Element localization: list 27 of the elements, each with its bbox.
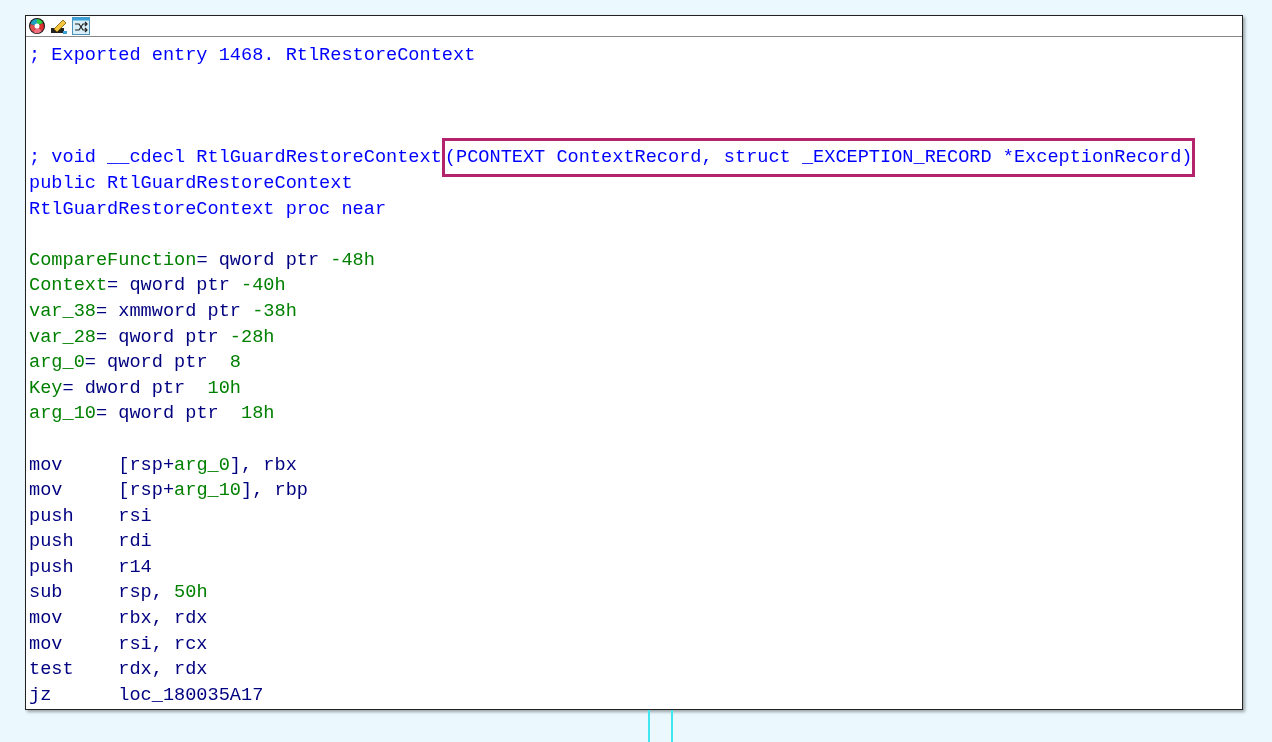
code-line: var_28= qword ptr -28h	[29, 325, 276, 350]
shuffle-window-icon[interactable]	[72, 17, 90, 35]
code-line: push r14	[29, 555, 153, 580]
code-line: RtlGuardRestoreContext proc near	[29, 197, 388, 222]
code-line: mov rbx, rdx	[29, 607, 209, 632]
highlighted-code: (PCONTEXT ContextRecord, struct _EXCEPTION_RECORD *ExceptionRecord)	[441, 138, 1196, 178]
code-line: push rdi	[29, 530, 153, 555]
code-line: arg_10= qword ptr 18h	[29, 402, 276, 427]
code-line: CompareFunction= qword ptr -48h	[29, 248, 376, 273]
code-line: test rdx, rdx	[29, 658, 209, 683]
code-line: push rsi	[29, 504, 153, 529]
code-line: mov [rsp+arg_10], rbp	[29, 479, 309, 504]
edge-line	[648, 710, 650, 742]
code-line: mov rsi, rcx	[29, 632, 209, 657]
code-line: Context= qword ptr -40h	[29, 274, 287, 299]
pencil-icon[interactable]	[50, 17, 68, 35]
code-line: mov [rsp+arg_0], rbx	[29, 453, 298, 478]
code-line: var_38= xmmword ptr -38h	[29, 299, 298, 324]
color-wheel-icon[interactable]	[28, 17, 46, 35]
code-text: ; void __cdecl RtlGuardRestoreContext	[29, 147, 442, 169]
code-line: ; Exported entry 1468. RtlRestoreContext	[29, 44, 477, 68]
code-line: jz loc_180035A17	[29, 683, 265, 708]
code-line: sub rsp, 50h	[29, 581, 209, 606]
edge-line	[671, 710, 673, 742]
code-line: public RtlGuardRestoreContext	[29, 171, 354, 196]
code-line: arg_0= qword ptr 8	[29, 351, 243, 376]
code-line: Key= dword ptr 10h	[29, 376, 243, 401]
